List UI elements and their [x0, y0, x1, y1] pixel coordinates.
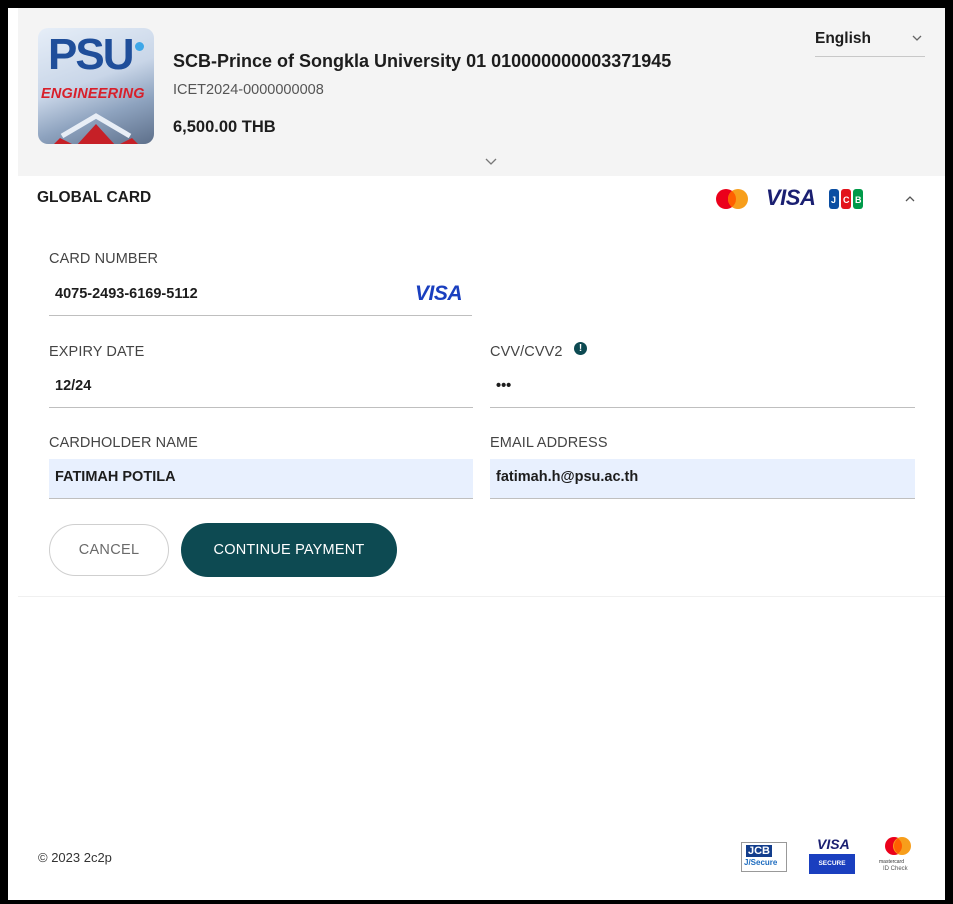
- copyright-text: © 2023 2c2p: [38, 850, 112, 865]
- logo-dot: [135, 42, 144, 51]
- jcb-secure-bottom: J/Secure: [744, 858, 778, 867]
- cardholder-name-label: CARDHOLDER NAME: [49, 435, 198, 451]
- chevron-up-icon[interactable]: [904, 194, 916, 204]
- mastercard-badge-top: mastercard: [879, 859, 905, 865]
- language-select[interactable]: English: [815, 24, 925, 57]
- visa-logo-text: VISA: [766, 185, 816, 210]
- visa-secure-bottom: SECURE: [809, 854, 855, 874]
- cancel-button[interactable]: CANCEL: [49, 524, 169, 576]
- mastercard-badge-bottom: ID Check: [883, 866, 908, 872]
- card-number-label: CARD NUMBER: [49, 251, 159, 267]
- mastercard-icon: [716, 189, 748, 209]
- email-address-label: EMAIL ADDRESS: [490, 435, 608, 451]
- gear-icon: [54, 113, 138, 144]
- card-number-field[interactable]: 4075-2493-6169-5112: [49, 276, 472, 316]
- jcb-secure-badge: JCB J/Secure: [741, 842, 787, 872]
- payment-method-title[interactable]: GLOBAL CARD: [37, 189, 151, 207]
- continue-payment-button[interactable]: CONTINUE PAYMENT: [181, 523, 397, 577]
- cvv-field[interactable]: •••: [490, 368, 915, 408]
- email-address-field[interactable]: fatimah.h@psu.ac.th: [490, 459, 915, 499]
- svg-text:B: B: [855, 195, 862, 205]
- visa-secure-top: VISA: [817, 836, 850, 852]
- visa-card-brand-icon: VISA: [415, 282, 463, 305]
- info-icon[interactable]: !: [574, 342, 587, 355]
- language-label: English: [815, 30, 871, 47]
- chevron-down-icon: [912, 35, 922, 41]
- payment-header: PSU ENGINEERING SCB-Prince of Songkla Un…: [18, 8, 945, 176]
- expand-details-chevron-icon[interactable]: [484, 156, 498, 166]
- svg-text:C: C: [843, 195, 850, 205]
- logo-psu-text: PSU: [48, 30, 134, 79]
- visa-secure-badge: VISA SECURE: [809, 836, 855, 876]
- cardholder-name-field[interactable]: FATIMAH POTILA: [49, 459, 473, 499]
- expiry-date-field[interactable]: 12/24: [49, 368, 473, 408]
- merchant-name: SCB-Prince of Songkla University 01 0100…: [173, 51, 672, 71]
- svg-text:J: J: [831, 195, 836, 205]
- payment-page: PSU ENGINEERING SCB-Prince of Songkla Un…: [8, 8, 945, 900]
- payment-amount: 6,500.00 THB: [173, 118, 276, 136]
- mastercard-badge-icon: [885, 837, 911, 855]
- section-divider: [18, 596, 945, 597]
- mastercard-id-check-badge: mastercard ID Check: [878, 836, 918, 876]
- psu-engineering-logo: PSU ENGINEERING: [38, 28, 154, 144]
- cvv-label: CVV/CVV2: [490, 344, 563, 360]
- jcb-icon: J C B: [829, 189, 863, 209]
- jcb-secure-top: JCB: [746, 845, 773, 857]
- invoice-number: ICET2024-0000000008: [173, 82, 324, 98]
- logo-engineering-text: ENGINEERING: [41, 86, 145, 102]
- expiry-date-label: EXPIRY DATE: [49, 344, 145, 360]
